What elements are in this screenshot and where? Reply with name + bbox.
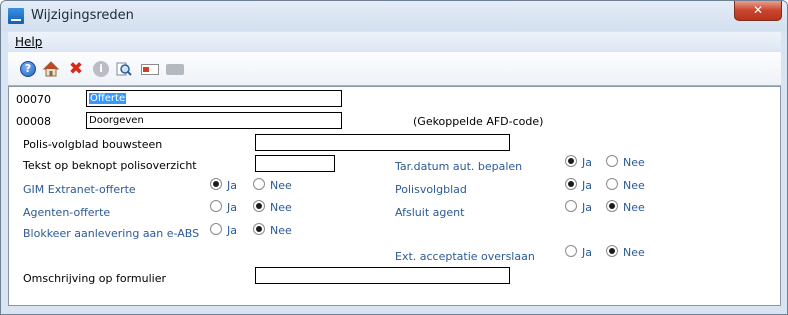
radio-dot-selected: [210, 178, 222, 190]
tekst-beknopt-input[interactable]: [255, 155, 335, 172]
radio-label: Nee: [623, 179, 645, 192]
help-icon[interactable]: ?: [20, 61, 36, 77]
blokkeer-nee-radio[interactable]: Nee: [253, 223, 292, 237]
afsluit-agent-ja-radio[interactable]: Ja: [565, 200, 592, 214]
window-title: Wijzigingsreden: [31, 8, 134, 23]
code-label-00008: 00008: [16, 115, 51, 128]
radio-dot-selected: [253, 200, 265, 212]
radio-label: Nee: [623, 156, 645, 169]
tar-datum-nee-radio[interactable]: Nee: [606, 155, 645, 169]
agenten-offerte-label: Agenten-offerte: [23, 206, 111, 219]
window-close-button[interactable]: ✕: [734, 1, 782, 21]
radio-label: Nee: [270, 179, 292, 192]
radio-label: Ja: [582, 246, 592, 259]
disabled-icon: [166, 64, 184, 75]
radio-label: Ja: [227, 224, 237, 237]
polisvolgblad-label: Polisvolgblad: [395, 183, 467, 196]
agenten-offerte-nee-radio[interactable]: Nee: [253, 200, 292, 214]
blokkeer-label: Blokkeer aanlevering aan e-ABS: [23, 227, 200, 240]
radio-dot-selected: [606, 245, 618, 257]
omschrijving-input[interactable]: [255, 267, 510, 284]
radio-dot: [606, 178, 618, 190]
radio-label: Nee: [270, 201, 292, 214]
app-icon: [8, 8, 24, 24]
radio-label: Ja: [227, 201, 237, 214]
dialog-window: Wijzigingsreden ✕ Help ? ✖ i 00070 Offer…: [0, 0, 788, 315]
radio-dot-selected: [565, 155, 577, 167]
radio-dot: [565, 245, 577, 257]
code-00070-field[interactable]: Offerte: [86, 90, 342, 107]
tekst-beknopt-label: Tekst op beknopt polisoverzicht: [23, 159, 197, 172]
afd-code-note: (Gekoppelde AFD-code): [413, 115, 544, 128]
radio-dot: [606, 155, 618, 167]
polis-bouwsteen-label: Polis-volgblad bouwsteen: [23, 138, 163, 151]
radio-label: Ja: [582, 179, 592, 192]
radio-label: Nee: [623, 246, 645, 259]
info-icon: i: [93, 61, 109, 77]
toolbar: ? ✖ i: [8, 52, 781, 86]
radio-label: Nee: [270, 224, 292, 237]
radio-label: Ja: [582, 201, 592, 214]
blokkeer-ja-radio[interactable]: Ja: [210, 223, 237, 237]
radio-label: Ja: [227, 179, 237, 192]
close-icon[interactable]: ✖: [68, 61, 84, 78]
home-icon[interactable]: [42, 61, 60, 77]
title-bar[interactable]: Wijzigingsreden ✕: [1, 1, 787, 31]
menu-bar: Help: [8, 32, 781, 51]
card-icon[interactable]: [141, 64, 159, 75]
code-00008-field[interactable]: Doorgeven: [86, 112, 342, 129]
radio-dot: [253, 178, 265, 190]
gim-extranet-ja-radio[interactable]: Ja: [210, 178, 237, 192]
radio-label: Nee: [623, 201, 645, 214]
gim-extranet-label: GIM Extranet-offerte: [23, 183, 136, 196]
tar-datum-ja-radio[interactable]: Ja: [565, 155, 592, 169]
agenten-offerte-ja-radio[interactable]: Ja: [210, 200, 237, 214]
search-icon[interactable]: [116, 61, 132, 77]
polisvolgblad-nee-radio[interactable]: Nee: [606, 178, 645, 192]
radio-dot: [565, 200, 577, 212]
ext-acceptatie-label: Ext. acceptatie overslaan: [395, 250, 535, 263]
radio-dot-selected: [253, 223, 265, 235]
radio-label: Ja: [582, 156, 592, 169]
gim-extranet-nee-radio[interactable]: Nee: [253, 178, 292, 192]
tar-datum-label: Tar.datum aut. bepalen: [395, 160, 523, 173]
radio-dot: [210, 223, 222, 235]
code-00070-value: Offerte: [89, 93, 127, 104]
ext-acceptatie-nee-radio[interactable]: Nee: [606, 245, 645, 259]
afsluit-agent-label: Afsluit agent: [395, 206, 465, 219]
code-label-00070: 00070: [16, 93, 51, 106]
omschrijving-label: Omschrijving op formulier: [23, 272, 167, 285]
form-panel: 00070 Offerte 00008 Doorgeven (Gekoppeld…: [8, 86, 781, 306]
radio-dot: [210, 200, 222, 212]
afsluit-agent-nee-radio[interactable]: Nee: [606, 200, 645, 214]
polis-bouwsteen-input[interactable]: [255, 134, 510, 151]
polisvolgblad-ja-radio[interactable]: Ja: [565, 178, 592, 192]
ext-acceptatie-ja-radio[interactable]: Ja: [565, 245, 592, 259]
code-00008-value: Doorgeven: [89, 115, 144, 126]
menu-item-help[interactable]: Help: [15, 35, 42, 49]
radio-dot-selected: [606, 200, 618, 212]
radio-dot-selected: [565, 178, 577, 190]
